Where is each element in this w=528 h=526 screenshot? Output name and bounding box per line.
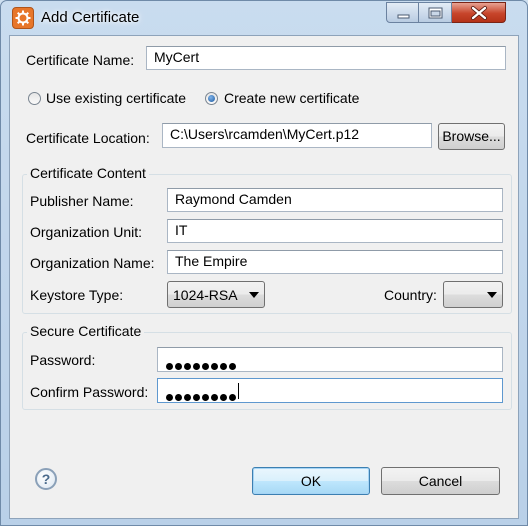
- dialog-body: Certificate Name: MyCert Use existing ce…: [9, 35, 519, 519]
- organization-unit-label: Organization Unit:: [30, 224, 143, 240]
- password-mask: [166, 357, 238, 373]
- chevron-down-icon: [249, 292, 259, 298]
- create-new-label[interactable]: Create new certificate: [224, 90, 359, 106]
- create-new-radio[interactable]: [205, 92, 218, 105]
- chevron-down-icon: [487, 292, 497, 298]
- close-icon: [471, 6, 487, 20]
- certificate-location-label: Certificate Location:: [26, 130, 150, 146]
- certificate-content-title: Certificate Content: [27, 165, 149, 181]
- confirm-password-mask: [166, 388, 238, 404]
- close-button[interactable]: [452, 2, 506, 23]
- use-existing-label[interactable]: Use existing certificate: [46, 90, 186, 106]
- keystore-type-value: 1024-RSA: [173, 287, 238, 303]
- maximize-button[interactable]: [419, 2, 452, 23]
- certificate-location-field[interactable]: C:\Users\rcamden\MyCert.p12: [162, 123, 432, 148]
- organization-name-value: The Empire: [175, 253, 248, 269]
- certificate-name-value: MyCert: [154, 49, 200, 65]
- publisher-name-label: Publisher Name:: [30, 193, 134, 209]
- publisher-name-field[interactable]: Raymond Camden: [167, 188, 503, 212]
- eclipse-gear-icon: [12, 7, 34, 29]
- organization-name-label: Organization Name:: [30, 255, 155, 271]
- keystore-type-select[interactable]: 1024-RSA: [167, 281, 265, 308]
- cancel-button[interactable]: Cancel: [381, 467, 500, 495]
- dialog-window: Add Certificate Certificate Name: MyCert: [0, 0, 528, 526]
- certificate-location-value: C:\Users\rcamden\MyCert.p12: [170, 126, 360, 142]
- title-bar[interactable]: Add Certificate: [1, 1, 527, 35]
- password-field[interactable]: [157, 347, 503, 372]
- confirm-password-label: Confirm Password:: [30, 384, 149, 400]
- minimize-button[interactable]: [386, 2, 419, 23]
- organization-name-field[interactable]: The Empire: [167, 250, 503, 274]
- help-icon[interactable]: ?: [35, 468, 57, 490]
- use-existing-radio[interactable]: [28, 92, 41, 105]
- secure-certificate-title: Secure Certificate: [27, 323, 145, 339]
- organization-unit-value: IT: [175, 222, 188, 238]
- maximize-icon: [428, 7, 443, 19]
- organization-unit-field[interactable]: IT: [167, 219, 503, 243]
- minimize-icon: [397, 14, 410, 19]
- certificate-name-label: Certificate Name:: [26, 52, 135, 68]
- browse-button[interactable]: Browse...: [438, 123, 505, 150]
- password-label: Password:: [30, 352, 96, 368]
- ok-button[interactable]: OK: [252, 467, 370, 495]
- country-label: Country:: [384, 287, 437, 303]
- publisher-name-value: Raymond Camden: [175, 191, 292, 207]
- window-title: Add Certificate: [41, 9, 140, 26]
- country-select[interactable]: [443, 281, 503, 308]
- text-caret: [238, 383, 239, 399]
- confirm-password-field[interactable]: [157, 378, 503, 403]
- keystore-type-label: Keystore Type:: [30, 287, 124, 303]
- certificate-name-field[interactable]: MyCert: [146, 46, 506, 70]
